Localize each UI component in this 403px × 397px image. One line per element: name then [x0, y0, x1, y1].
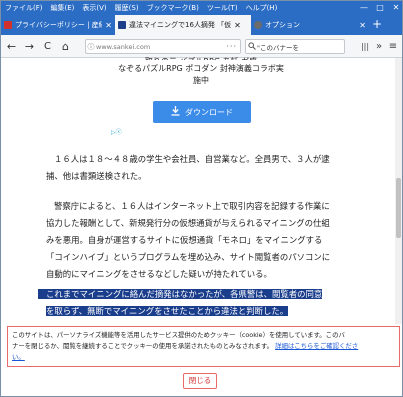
download-button[interactable]: ダウンロード: [153, 101, 251, 123]
gear-icon: [254, 21, 262, 29]
ad-banner[interactable]: 取りの元 バズルRPG あ話 ガ盛 なぞるパズルRPG ポコダン 封神演義コラボ…: [76, 56, 326, 87]
toolbar-right: ||| » ≡: [358, 39, 400, 54]
maximize-button[interactable]: □: [372, 1, 388, 15]
menu-bookmarks[interactable]: ブックマーク(B): [143, 1, 203, 15]
paragraph-line: 自動的にマイニングをさせるなどした疑いが持たれている。: [46, 269, 272, 279]
tab-label: 違法マイニングで16人摘発 「仮: [129, 21, 232, 29]
article-paragraph: １６人は１８～４８歳の学生や会社員、自営業など。全員男で、３人が逮 捕、他は書類…: [46, 151, 368, 185]
hamburger-menu-icon[interactable]: ≡: [386, 39, 400, 54]
sankei-favicon-icon: [118, 21, 126, 29]
browser-window: ファイル(F) 編集(E) 表示(V) 履歴(S) ブックマーク(B) ツール(…: [0, 0, 403, 397]
navigation-bar: ← → C ⌂ ⓘ www.sankei.com ··· "このバナーを |||…: [1, 35, 402, 58]
menu-history[interactable]: 履歴(S): [111, 1, 143, 15]
menu-edit[interactable]: 編集(E): [47, 1, 79, 15]
paragraph-line: １６人は１８～４８歳の学生や会社員、自営業など。全員男で、３人が逮: [54, 154, 330, 164]
ad-text-line: なぞるパズルRPG ポコダン 封神演義コラボ実: [118, 64, 284, 73]
paragraph-line: 警察庁によると、１６人はインターネット上で取引内容を記録する作業に: [54, 201, 330, 211]
scrollbar-thumb[interactable]: [396, 178, 401, 238]
tab-close-icon[interactable]: ✕: [234, 21, 241, 30]
ad-clipped-text: 取りの元 バズルRPG あ話 ガ盛: [76, 56, 326, 60]
cookie-details-link-tail[interactable]: い。: [12, 352, 395, 363]
menu-view[interactable]: 表示(V): [78, 1, 110, 15]
magnifier-icon: [246, 41, 257, 52]
url-text: www.sankei.com: [96, 42, 151, 51]
forward-button[interactable]: →: [22, 39, 37, 54]
menu-help[interactable]: ヘルプ(H): [242, 1, 282, 15]
cookie-details-link[interactable]: 詳細はこちらをご確認くださ: [275, 342, 358, 350]
reload-button[interactable]: C: [40, 39, 55, 54]
search-bar[interactable]: "このバナーを: [245, 39, 345, 54]
selected-text-line: これまでマイニングに絡んだ摘発はなかったが、各県警は、閲覧者の同意: [38, 289, 323, 299]
info-icon[interactable]: ⓘ: [86, 42, 96, 52]
window-controls: — □ ✕: [356, 1, 402, 15]
sankei-favicon-icon: [4, 21, 12, 29]
tab-label: オプション: [265, 21, 300, 29]
selected-text-line: を取らず、無断でマイニングをさせたことから違法と判断した。: [46, 306, 289, 316]
highlighted-paragraph: これまでマイニングに絡んだ摘発はなかったが、各県警は、閲覧者の同意 を取らず、無…: [38, 286, 368, 320]
close-cookie-button[interactable]: 閉じる: [183, 373, 217, 389]
adchoices-icon[interactable]: ▷ⓧ: [111, 127, 122, 136]
overflow-icon[interactable]: »: [372, 39, 386, 54]
tab-mining-article[interactable]: 違法マイニングで16人摘発 「仮 ✕: [115, 15, 251, 35]
tab-label: プライバシーポリシー | 産経デジ: [15, 21, 102, 29]
cookie-banner: このサイトは、パーソナライズ機能等を活用したサービス提供のためクッキー（cook…: [1, 324, 402, 396]
close-window-button[interactable]: ✕: [388, 1, 402, 15]
article-paragraph: 警察庁によると、１６人はインターネット上で取引内容を記録する作業に 協力した報酬…: [46, 198, 368, 283]
download-label: ダウンロード: [185, 107, 233, 117]
tab-privacy-policy[interactable]: プライバシーポリシー | 産経デジ ✕: [1, 15, 115, 35]
tab-options[interactable]: オプション ✕: [251, 15, 369, 35]
page-actions-button[interactable]: ···: [223, 42, 240, 51]
menu-bar: ファイル(F) 編集(E) 表示(V) 履歴(S) ブックマーク(B) ツール(…: [1, 1, 402, 15]
minimize-button[interactable]: —: [356, 1, 372, 15]
back-button[interactable]: ←: [4, 39, 19, 54]
paragraph-line: 協力した報酬として、新規発行分の仮想通貨が与えられるマイニングの仕組: [46, 218, 330, 228]
tab-close-icon[interactable]: ✕: [105, 21, 112, 30]
menu-tools[interactable]: ツール(T): [203, 1, 242, 15]
download-icon: [171, 105, 180, 119]
menu-file[interactable]: ファイル(F): [1, 1, 47, 15]
paragraph-line: 捕、他は書類送検された。: [46, 171, 147, 181]
ad-text-line: 施中: [193, 76, 209, 85]
cookie-text: このサイトは、パーソナライズ機能等を活用したサービス提供のためクッキー（cook…: [12, 331, 345, 339]
tab-bar: プライバシーポリシー | 産経デジ ✕ 違法マイニングで16人摘発 「仮 ✕ オ…: [1, 15, 402, 35]
paragraph-line: 「コインハイブ」というプログラムを埋め込み、サイト閲覧者のパソコンに: [46, 252, 331, 262]
cookie-notice: このサイトは、パーソナライズ機能等を活用したサービス提供のためクッキー（cook…: [7, 326, 400, 367]
paragraph-line: みを悪用。自身が運営するサイトに仮想通貨「モネロ」をマイニングする: [46, 235, 323, 245]
library-icon[interactable]: |||: [358, 39, 372, 54]
search-input[interactable]: "このバナーを: [257, 42, 299, 52]
home-button[interactable]: ⌂: [58, 39, 73, 54]
new-tab-button[interactable]: +: [369, 15, 385, 35]
url-bar[interactable]: ⓘ www.sankei.com ···: [85, 39, 241, 54]
tab-close-icon[interactable]: ✕: [359, 21, 366, 30]
cookie-text: ナーを閉じるか、閲覧を継続することでクッキーの使用を承諾されたものとみなされます…: [12, 342, 274, 350]
